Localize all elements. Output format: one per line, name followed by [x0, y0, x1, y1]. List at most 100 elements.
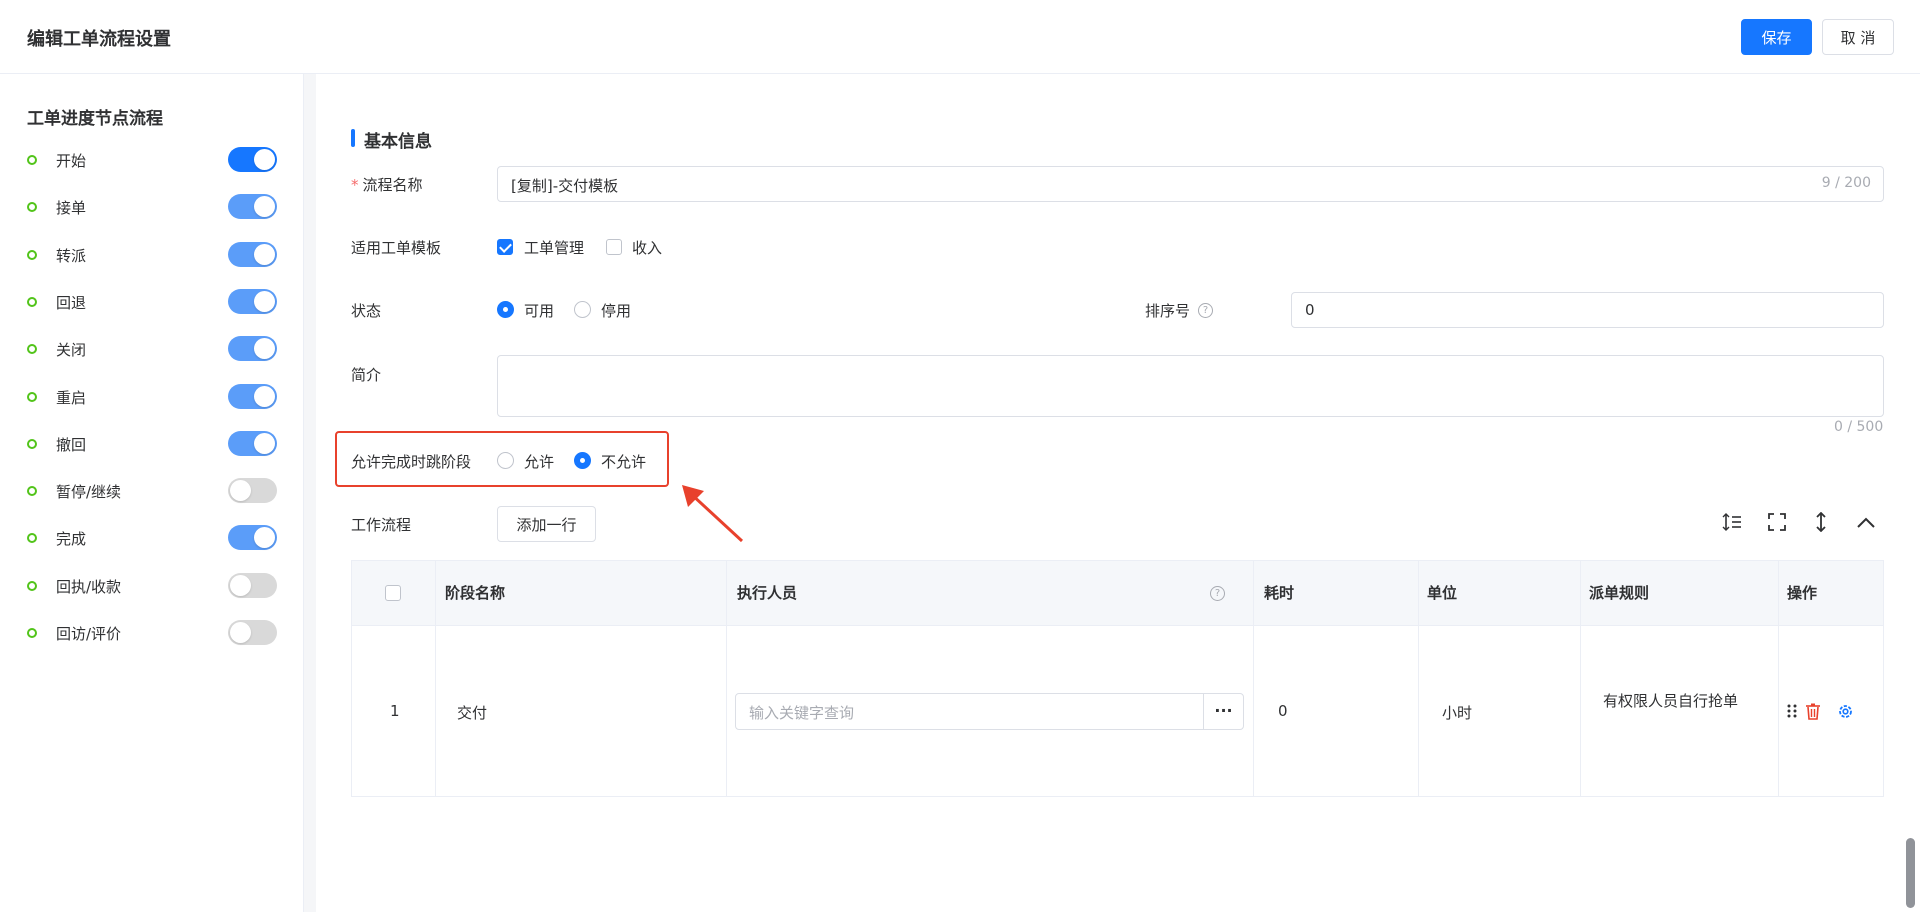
node-label: 接单: [56, 199, 87, 218]
layout-gutter: [304, 74, 316, 912]
skip-radio-disallow[interactable]: [574, 452, 591, 469]
node-status-dot-icon: [27, 391, 37, 402]
add-row-button[interactable]: 添加一行: [497, 506, 596, 542]
required-mark: *: [351, 176, 359, 194]
annotation-arrow-icon: [682, 485, 744, 543]
fullscreen-icon[interactable]: [1765, 510, 1789, 534]
more-options-button[interactable]: ···: [1203, 694, 1243, 729]
flow-name-label: * 流程名称: [351, 174, 423, 195]
workflow-label: 工作流程: [351, 516, 412, 534]
switch-knob: [254, 290, 275, 312]
status-option-disabled: 停用: [601, 302, 632, 320]
intro-label: 简介: [351, 366, 382, 384]
skip-radio-allow[interactable]: [497, 452, 514, 469]
node-label: 撤回: [56, 435, 87, 454]
node-label: 回访/评价: [56, 625, 122, 643]
node-status-dot-icon: [27, 486, 37, 497]
node-label: 转派: [56, 246, 87, 265]
expand-vertical-icon[interactable]: [1809, 510, 1833, 534]
column-divider: [1253, 561, 1254, 796]
column-executor: 执行人员: [737, 584, 798, 602]
status-radio-available[interactable]: [497, 301, 514, 318]
table-header: 阶段名称 执行人员 ? 耗时 单位 派单规则 操作: [352, 561, 1883, 626]
row-density-icon[interactable]: [1720, 510, 1744, 534]
node-toggle-switch[interactable]: [228, 383, 277, 409]
save-button[interactable]: 保存: [1741, 19, 1812, 55]
node-toggle-switch[interactable]: [228, 478, 277, 504]
switch-knob: [254, 527, 275, 549]
sidebar-node-item: 接单: [0, 192, 304, 222]
skip-option-disallow: 不允许: [601, 453, 647, 471]
sidebar-node-item: 回执/收款: [0, 571, 304, 601]
column-dispatch-rule: 派单规则: [1589, 584, 1650, 602]
node-label: 重启: [56, 388, 87, 407]
node-status-dot-icon: [27, 533, 37, 544]
node-label: 暂停/继续: [56, 483, 122, 502]
delete-icon[interactable]: [1804, 699, 1822, 723]
cancel-button[interactable]: 取 消: [1822, 19, 1894, 55]
column-stage-name: 阶段名称: [445, 584, 506, 602]
drag-handle-icon[interactable]: [1784, 699, 1800, 723]
template-checkbox-workorder[interactable]: [497, 239, 513, 255]
switch-knob: [230, 574, 251, 596]
flow-name-input[interactable]: [复制]-交付模板 9 / 200: [497, 166, 1884, 202]
help-icon[interactable]: ?: [1198, 303, 1213, 318]
switch-knob: [230, 622, 251, 643]
top-bar: 编辑工单流程设置 保存 取 消: [0, 0, 1920, 74]
switch-knob: [254, 338, 275, 360]
node-toggle-switch[interactable]: [228, 241, 277, 267]
node-status-dot-icon: [27, 249, 37, 260]
column-unit: 单位: [1427, 584, 1458, 602]
node-toggle-switch[interactable]: [228, 430, 277, 456]
node-toggle-switch[interactable]: [228, 336, 277, 362]
gear-icon[interactable]: [1836, 699, 1854, 723]
node-toggle-switch[interactable]: [228, 620, 277, 645]
flow-name-label-text: 流程名称: [362, 176, 423, 194]
switch-knob: [254, 432, 275, 454]
skip-option-allow: 允许: [524, 453, 555, 471]
node-status-dot-icon: [27, 202, 37, 213]
sidebar-node-item: 回访/评价: [0, 618, 304, 648]
template-checkbox-income[interactable]: [606, 239, 622, 255]
sidebar-node-item: 回退: [0, 287, 304, 317]
status-radio-disabled[interactable]: [574, 301, 591, 318]
intro-count: 0 / 500: [1834, 419, 1884, 435]
node-status-dot-icon: [27, 296, 37, 307]
node-status-dot-icon: [27, 438, 37, 449]
intro-textarea[interactable]: [497, 355, 1884, 417]
sidebar-node-item: 转派: [0, 240, 304, 270]
node-toggle-switch[interactable]: [228, 572, 277, 598]
node-status-dot-icon: [27, 155, 37, 165]
sidebar-node-item: 撤回: [0, 429, 304, 459]
section-title-basic-info: 基本信息: [364, 132, 432, 152]
sidebar-node-item: 暂停/继续: [0, 476, 304, 506]
column-divider: [726, 561, 727, 796]
help-icon[interactable]: ?: [1210, 586, 1225, 601]
sort-input[interactable]: 0: [1291, 292, 1884, 328]
section-accent-bar: [351, 129, 355, 147]
cell-stage-name[interactable]: 交付: [457, 702, 487, 723]
status-label: 状态: [351, 302, 382, 320]
template-label: 适用工单模板: [351, 239, 442, 257]
node-toggle-switch[interactable]: [228, 147, 277, 172]
cell-dispatch-rule[interactable]: 有权限人员自行抢单: [1603, 689, 1743, 713]
node-toggle-switch[interactable]: [228, 194, 277, 220]
node-toggle-switch[interactable]: [228, 525, 277, 551]
template-option-income: 收入: [632, 239, 663, 257]
select-all-checkbox[interactable]: [385, 585, 401, 601]
sidebar-node-item: 完成: [0, 523, 304, 553]
cell-duration[interactable]: 0: [1278, 702, 1288, 720]
node-label: 开始: [56, 152, 87, 170]
node-toggle-switch[interactable]: [228, 288, 277, 314]
sidebar-node-item: 重启: [0, 382, 304, 412]
page-scrollbar[interactable]: [1906, 838, 1915, 908]
chevron-up-icon[interactable]: [1854, 510, 1878, 534]
cell-unit[interactable]: 小时: [1442, 702, 1472, 723]
executor-search-input[interactable]: 输入关键字查询 ···: [735, 693, 1244, 730]
skip-stage-label: 允许完成时跳阶段: [351, 453, 472, 471]
column-duration: 耗时: [1264, 584, 1295, 602]
sidebar-node-item: 开始: [0, 145, 304, 175]
node-status-dot-icon: [27, 580, 37, 591]
node-status-dot-icon: [27, 628, 37, 638]
page-title: 编辑工单流程设置: [27, 29, 171, 50]
